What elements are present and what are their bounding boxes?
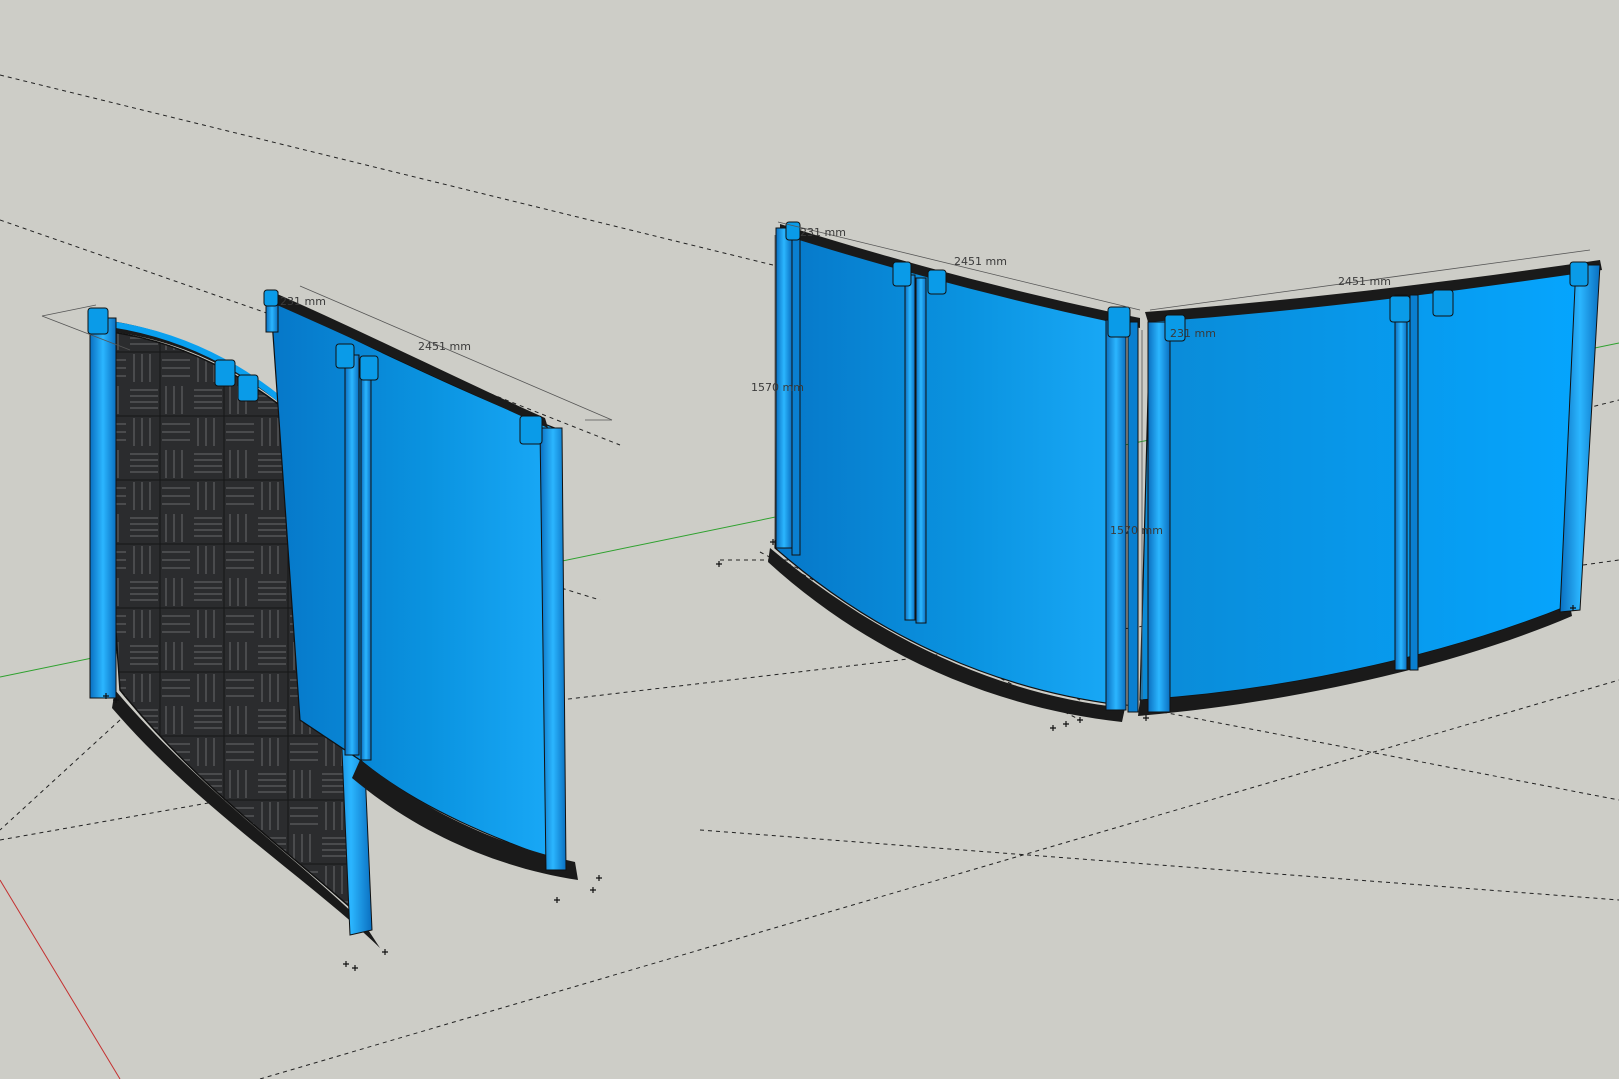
left-assembly[interactable]: 231 mm 2451 mm [41, 285, 613, 971]
blue-panel-right-a[interactable] [774, 231, 1126, 706]
red-axis [0, 879, 121, 1079]
post [344, 354, 360, 756]
dimension-label: 231 mm [800, 226, 846, 239]
dimension-label: 231 mm [280, 295, 326, 308]
dimension-label: 1570 mm [1110, 524, 1163, 537]
post [1409, 294, 1419, 671]
post [1127, 321, 1139, 713]
post [915, 277, 927, 624]
dimension-label: 2451 mm [418, 340, 471, 353]
dimension-label: 2451 mm [1338, 275, 1391, 288]
dimension-label: 2451 mm [954, 255, 1007, 268]
post [1105, 319, 1127, 711]
post [1394, 294, 1408, 671]
dimension-label: 231 mm [1170, 327, 1216, 340]
post [904, 274, 916, 621]
post [89, 317, 117, 699]
post [1147, 321, 1171, 713]
post [360, 359, 372, 761]
dimension-label: 1570 mm [751, 381, 804, 394]
model-viewport[interactable]: 231 mm 2451 mm 231 mm 2451 mm 1570 mm 24… [0, 0, 1619, 1079]
right-assembly[interactable]: 231 mm 2451 mm 1570 mm 2451 mm 231 mm 15… [716, 221, 1602, 731]
post [791, 234, 801, 556]
